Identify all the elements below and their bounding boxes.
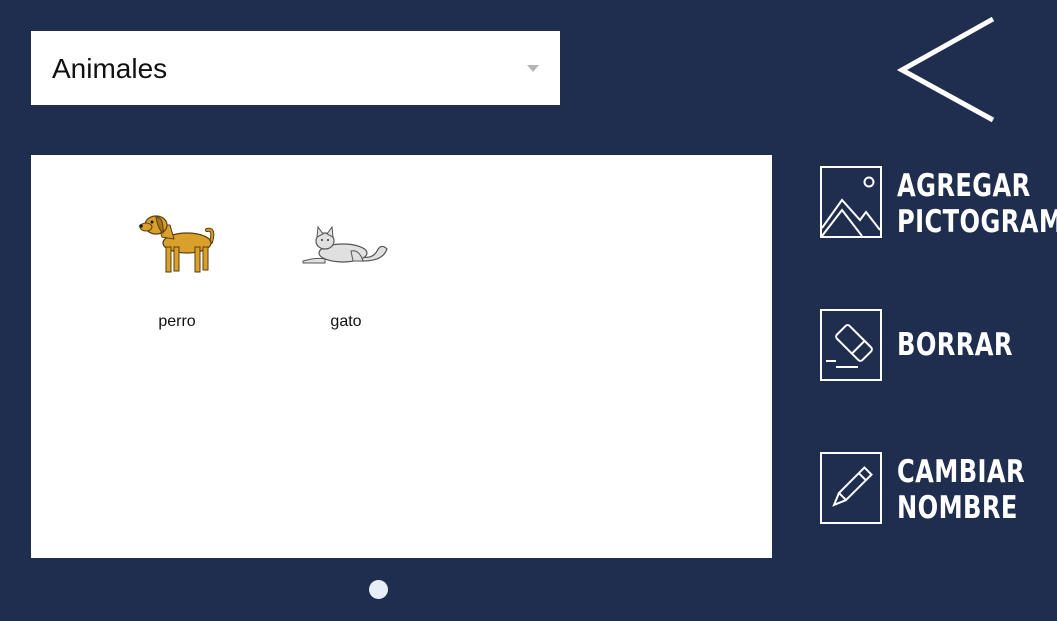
- category-dropdown[interactable]: Animales: [31, 31, 560, 105]
- rename-button[interactable]: CAMBIAR NOMBRE: [820, 452, 1050, 528]
- pencil-icon: [820, 452, 882, 524]
- image-icon: [820, 166, 882, 238]
- pictogram-grid: perro gato: [31, 155, 772, 558]
- delete-button[interactable]: BORRAR: [820, 309, 1050, 385]
- page-indicator-dot[interactable]: [369, 580, 388, 599]
- pictogram-label: perro: [158, 313, 196, 330]
- delete-label: BORRAR: [897, 327, 1013, 363]
- eraser-icon: [820, 309, 882, 381]
- pictogram-item-gato[interactable]: gato: [281, 155, 411, 330]
- pictogram-item-perro[interactable]: perro: [112, 155, 242, 330]
- pictogram-label: gato: [330, 313, 362, 330]
- dog-icon: [112, 155, 242, 275]
- add-pictogram-button[interactable]: AGREGAR PICTOGRAMA: [820, 166, 1057, 242]
- rename-label: CAMBIAR NOMBRE: [897, 454, 1026, 526]
- category-selected-value: Animales: [52, 53, 168, 84]
- add-pictogram-label: AGREGAR PICTOGRAMA: [897, 168, 1057, 240]
- cat-icon: [281, 155, 411, 275]
- back-button[interactable]: [895, 14, 1000, 126]
- back-arrow-icon: [896, 16, 995, 123]
- chevron-down-icon: [527, 65, 539, 72]
